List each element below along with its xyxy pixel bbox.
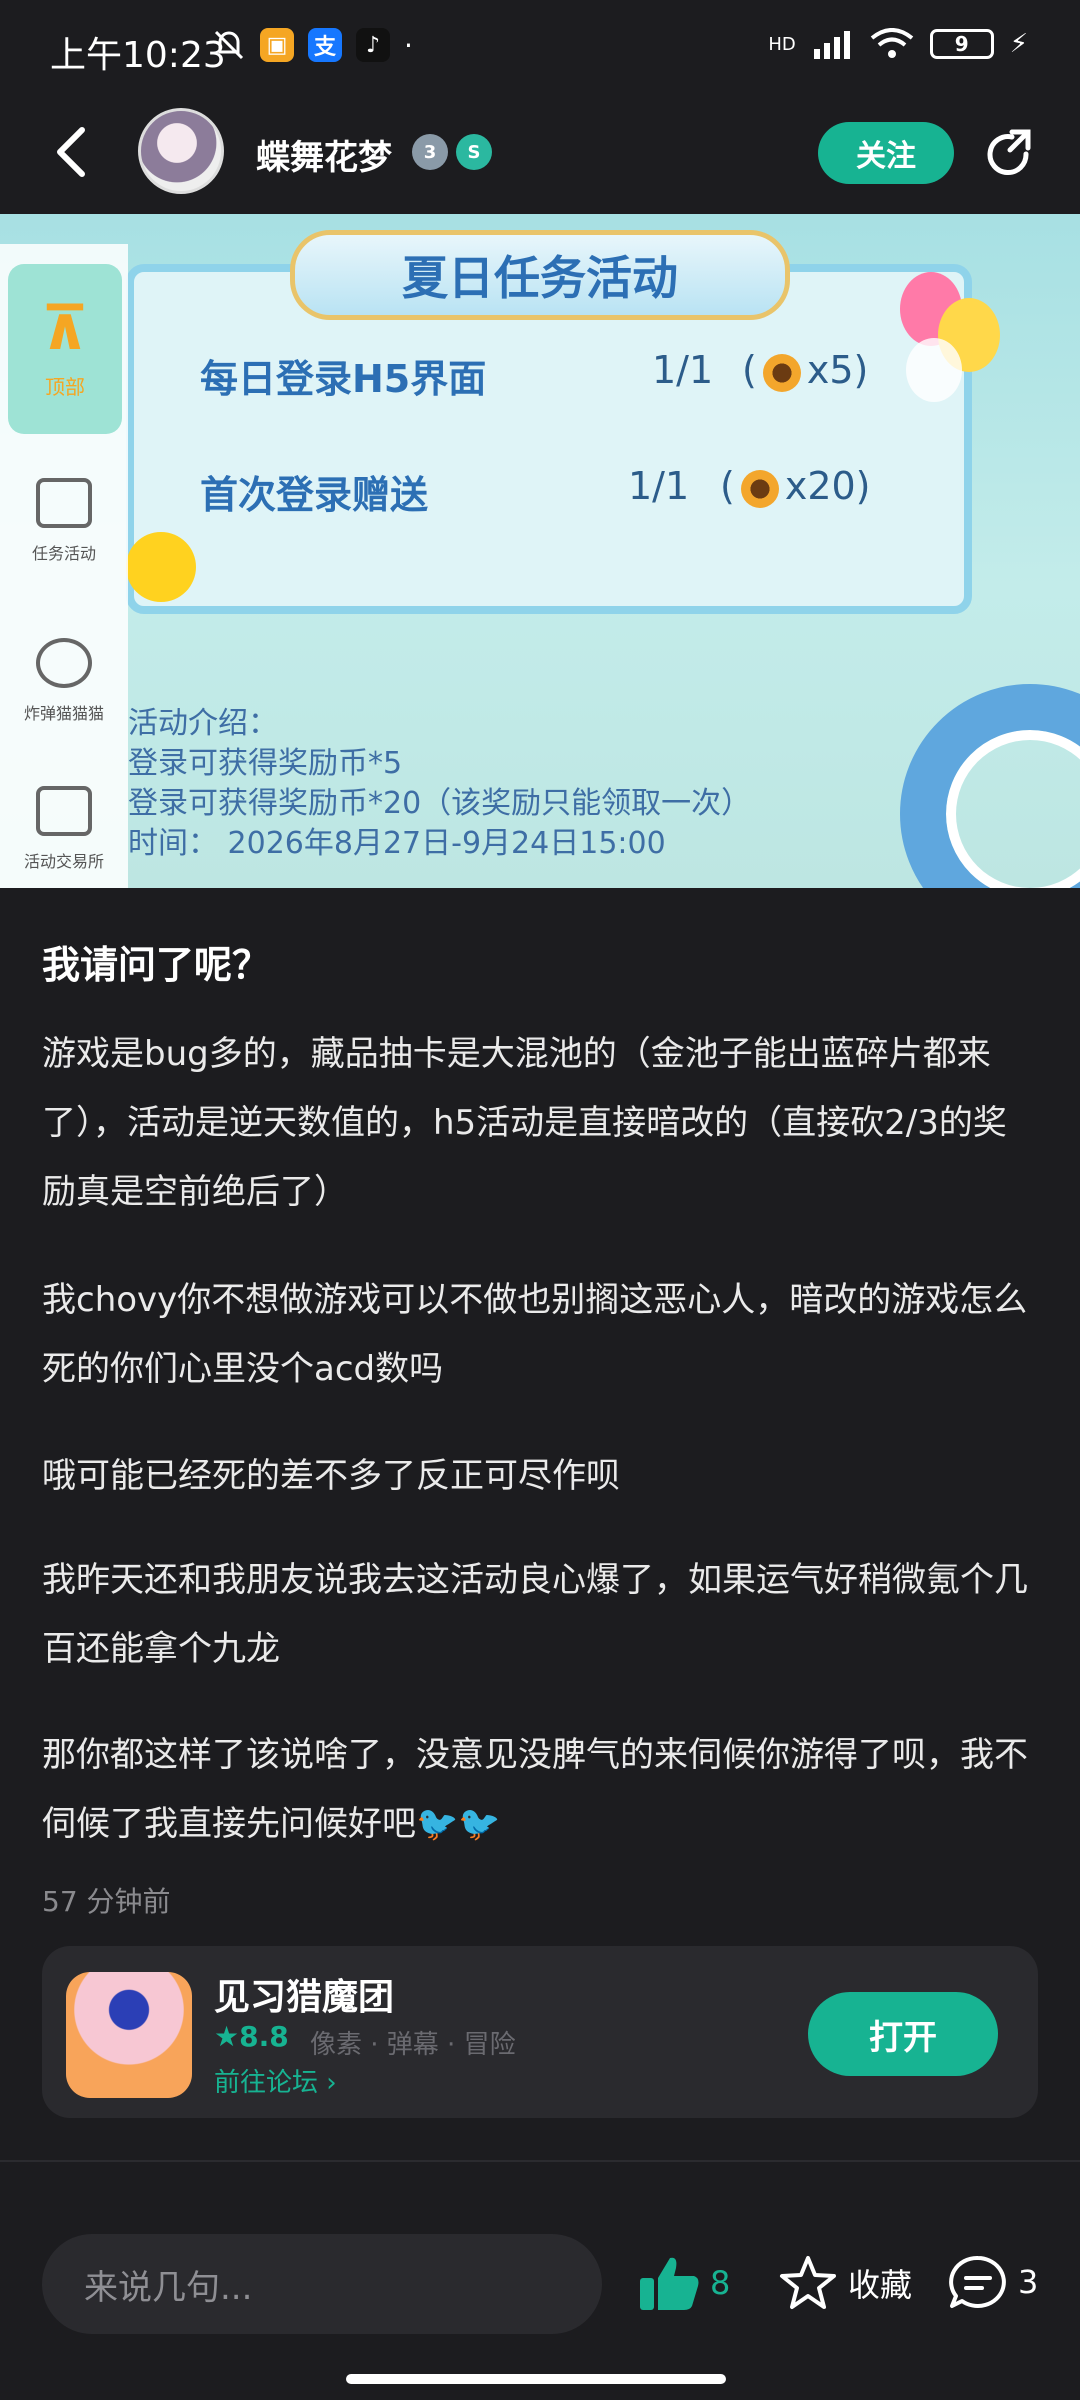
like-count: 8: [710, 2264, 731, 2302]
sidebar-item-bomb-cat[interactable]: 炸弹猫猫猫: [0, 606, 128, 756]
status-bar: 上午10:23 ▣ 支 ♪ · HD 9 ⚡: [0, 0, 1080, 100]
banner-task-name: 首次登录赠送: [200, 473, 429, 517]
wifi-icon: [870, 28, 913, 58]
thumbs-up-icon: [640, 2257, 699, 2310]
game-name: 见习猎魔团: [214, 1977, 395, 2018]
post-banner-image[interactable]: 夏日任务活动 每日登录H5界面 1/1 ( x5) 首次登录赠送 1/1 ( x20…: [0, 214, 1080, 888]
signal-icon: HD: [768, 33, 796, 55]
shop-icon: [36, 786, 92, 836]
sidebar-item-label: 活动交易所: [23, 852, 104, 871]
open-game-button[interactable]: 打开: [808, 1992, 998, 2076]
sidebar-item-label: 任务活动: [31, 544, 96, 563]
back-arrow-icon[interactable]: [48, 122, 98, 182]
banner-sidebar: ⊼ 顶部 任务活动 炸弹猫猫猫 活动交易所: [0, 244, 128, 888]
share-icon[interactable]: [982, 126, 1040, 184]
banner-task-name: 每日登录H5界面: [200, 357, 487, 401]
forum-link-label: 前往论坛: [214, 2068, 319, 2098]
banner-task-progress: 1/1: [628, 464, 690, 508]
banner-desc-line: 时间： 2026年8月27日-9月24日15:00: [128, 826, 666, 861]
post-header: 蝶舞花梦 3 S 关注: [0, 100, 1080, 214]
banner-task-reward: ( x5): [742, 348, 868, 392]
post-paragraph: 游戏是bug多的，藏品抽卡是大混池的（金池子能出蓝碎片都来了），活动是逆天数值的…: [42, 1034, 1007, 1212]
level-badge-number: 3: [423, 141, 437, 163]
comment-icon: [949, 2255, 1006, 2308]
game-tags: 像素 · 弹幕 · 冒险: [310, 2030, 516, 2060]
banner-desc-line: 活动介绍：: [128, 706, 278, 741]
comment-count: 3: [1018, 2263, 1039, 2301]
swim-ring-decoration: [900, 684, 1080, 888]
coin-icon: [740, 469, 779, 508]
game-rating: ★8.8: [214, 2020, 289, 2053]
app-notif-icon: ▣: [260, 28, 294, 62]
duck-decoration: [126, 532, 196, 602]
balloon-decoration: [906, 338, 962, 402]
banner-desc-line: 登录可获得奖励币*20（该奖励只能领取一次）: [128, 786, 752, 821]
reward-value: x5): [806, 348, 869, 392]
game-icon: [66, 1972, 192, 2098]
alipay-icon: 支: [308, 28, 342, 62]
post-title: 我请问了呢？: [42, 943, 271, 987]
post-paragraph: 我昨天还和我朋友说我去这活动良心爆了，如果运气好稍微氪个几百还能拿个九龙: [42, 1560, 1028, 1669]
bird-emoji-icon: 🐦🐦: [416, 1804, 501, 1844]
status-notification-icons: ▣ 支 ♪ ·: [212, 28, 413, 62]
cat-icon: [36, 638, 92, 688]
author-name[interactable]: 蝶舞花梦: [256, 130, 392, 179]
charging-icon: ⚡: [1009, 29, 1028, 59]
battery-icon: 9: [929, 29, 994, 59]
forum-link[interactable]: 前往论坛 ›: [214, 2062, 337, 2099]
level-badge-icon: 3: [412, 134, 448, 170]
follow-button[interactable]: 关注: [818, 122, 954, 184]
reward-value: x20): [784, 464, 871, 508]
avatar[interactable]: [138, 108, 224, 194]
post-paragraph: 那你都这样了该说啥了，没意见没脾气的来伺候你游得了呗，我不伺候了我直接先问候好吧: [42, 1735, 1028, 1844]
post-time: 57 分钟前: [42, 1885, 171, 1918]
divider: [0, 2160, 1080, 2162]
home-indicator[interactable]: [346, 2374, 726, 2384]
rating-star-icon: ★: [214, 2020, 240, 2053]
status-time: 上午10:23: [50, 35, 226, 76]
reward-open: (: [720, 464, 735, 508]
signal-bars-icon: [813, 31, 850, 59]
tiktok-icon: ♪: [356, 28, 390, 62]
reward-open: (: [742, 348, 757, 392]
more-dot-icon: ·: [404, 28, 413, 62]
comment-input[interactable]: 来说几句...: [42, 2234, 602, 2334]
mute-bell-icon: [214, 30, 244, 60]
banner-task-progress: 1/1: [652, 348, 714, 392]
banner-task-reward: ( x20): [720, 464, 871, 508]
comment-button[interactable]: 3: [948, 2254, 1038, 2310]
banner-desc-line: 登录可获得奖励币*5: [128, 746, 403, 781]
coin-icon: [762, 353, 801, 392]
banner-title: 夏日任务活动: [290, 230, 790, 320]
collect-label: 收藏: [848, 2266, 913, 2304]
sidebar-item-tasks[interactable]: 任务活动: [0, 446, 128, 596]
sidebar-top-button[interactable]: ⊼ 顶部: [8, 264, 122, 434]
status-system-icons: HD 9 ⚡: [768, 28, 1028, 60]
star-icon: [780, 2256, 836, 2309]
calendar-check-icon: [36, 478, 92, 528]
sidebar-top-label: 顶部: [45, 374, 85, 399]
like-button[interactable]: 8: [638, 2254, 730, 2312]
sidebar-item-exchange[interactable]: 活动交易所: [0, 754, 128, 888]
game-card[interactable]: 见习猎魔团 ★8.8 像素 · 弹幕 · 冒险 前往论坛 › 打开: [42, 1946, 1038, 2118]
collect-button[interactable]: 收藏: [778, 2254, 912, 2312]
verified-s-icon: S: [456, 134, 492, 170]
post-paragraph: 我chovy你不想做游戏可以不做也别搁这恶心人，暗改的游戏怎么死的你们心里没个a…: [42, 1280, 1028, 1389]
to-top-icon: ⊼: [40, 293, 90, 364]
post-paragraph-last: 那你都这样了该说啥了，没意见没脾气的来伺候你游得了呗，我不伺候了我直接先问候好吧…: [42, 1721, 1032, 1859]
battery-level: 9: [954, 32, 969, 56]
chevron-right-icon: ›: [326, 2068, 337, 2098]
rating-value: 8.8: [239, 2020, 289, 2053]
post-paragraph: 哦可能已经死的差不多了反正可尽作呗: [42, 1456, 620, 1496]
sidebar-item-label: 炸弹猫猫猫: [23, 704, 104, 723]
